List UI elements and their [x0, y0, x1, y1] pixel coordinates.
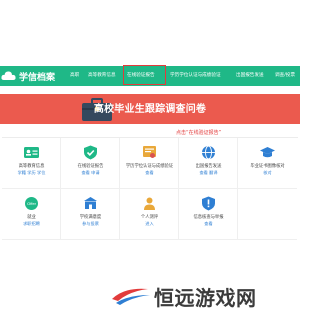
globe-icon — [202, 145, 215, 160]
service-title: 高等教育信息 — [18, 164, 45, 169]
id-card-icon — [24, 147, 39, 158]
offer-icon: Offer — [25, 197, 38, 210]
person-icon — [144, 197, 155, 210]
logo[interactable]: 学信档案 — [1, 66, 55, 86]
watermark: 恒远游戏网 — [110, 281, 257, 311]
service-title: 就业 — [27, 215, 36, 220]
service-online-verification[interactable]: 在线验证报告 查看 申请 — [61, 138, 120, 189]
logo-text: 学信档案 — [19, 72, 56, 83]
service-info-report[interactable]: 信息核查与举报 查看 — [179, 189, 238, 240]
service-links[interactable]: 查看 翻译 — [179, 170, 238, 176]
nav-item-degree-certification[interactable]: 学历学位认证与成绩验证 — [170, 66, 221, 86]
service-diploma-check[interactable]: 毕业证书图像核对 核对 — [238, 138, 297, 189]
svg-text:Offer: Offer — [27, 201, 36, 206]
banner-title: 高校毕业生跟踪调查问卷 — [93, 104, 207, 115]
instruction-caption: 点击“在线验证报告” — [176, 130, 222, 136]
nav-item-home[interactable]: 高职 — [70, 66, 79, 86]
swoosh-logo-icon — [112, 288, 150, 305]
watermark-text: 恒远游戏网 — [154, 285, 257, 310]
service-links[interactable]: 学籍 学历 学位 — [2, 170, 61, 176]
school-icon — [84, 197, 97, 209]
service-grid: 高等教育信息 学籍 学历 学位 在线验证报告 查看 申请 学历学位认证与成绩验证… — [2, 137, 298, 240]
graduation-cap-icon — [260, 147, 275, 158]
nav-item-overseas-report[interactable]: 出国报告发送 — [236, 66, 264, 86]
service-links[interactable]: 求职招聘 — [2, 221, 61, 227]
nav-item-education-info[interactable]: 高等教育信息 — [88, 66, 116, 86]
service-title: 学历学位认证与成绩验证 — [125, 164, 174, 169]
service-title: 在线验证报告 — [77, 164, 104, 169]
highlight-box — [123, 65, 166, 85]
service-links[interactable]: 查看 — [179, 221, 238, 227]
service-title: 信息核查与举报 — [193, 215, 224, 220]
service-links[interactable]: 查看 申请 — [61, 170, 120, 176]
service-education-info[interactable]: 高等教育信息 学籍 学历 学位 — [2, 138, 61, 189]
service-title: 毕业证书图像核对 — [250, 164, 285, 169]
cloud-logo-icon — [1, 71, 16, 80]
service-empty-cell — [238, 189, 297, 240]
report-shield-icon — [202, 196, 215, 211]
service-title: 学校满意度 — [79, 215, 102, 220]
service-title: 出国报告发送 — [195, 164, 222, 169]
service-links[interactable]: 核对 — [238, 170, 297, 176]
nav-item-survey[interactable]: 调查/投票 — [275, 66, 295, 86]
service-overseas-report[interactable]: 出国报告发送 查看 翻译 — [179, 138, 238, 189]
service-employment[interactable]: Offer 就业 求职招聘 — [2, 189, 61, 240]
service-degree-certification[interactable]: 学历学位认证与成绩验证 查看 — [120, 138, 179, 189]
shield-check-icon — [84, 145, 97, 160]
service-personal-assessment[interactable]: 个人测评 进入 — [120, 189, 179, 240]
service-links[interactable]: 进入 — [120, 221, 179, 227]
service-links[interactable]: 参与投票 — [61, 221, 120, 227]
service-school-satisfaction[interactable]: 学校满意度 参与投票 — [61, 189, 120, 240]
certificate-icon — [143, 146, 156, 158]
service-links[interactable]: 查看 — [120, 170, 179, 176]
service-title: 个人测评 — [140, 215, 159, 220]
